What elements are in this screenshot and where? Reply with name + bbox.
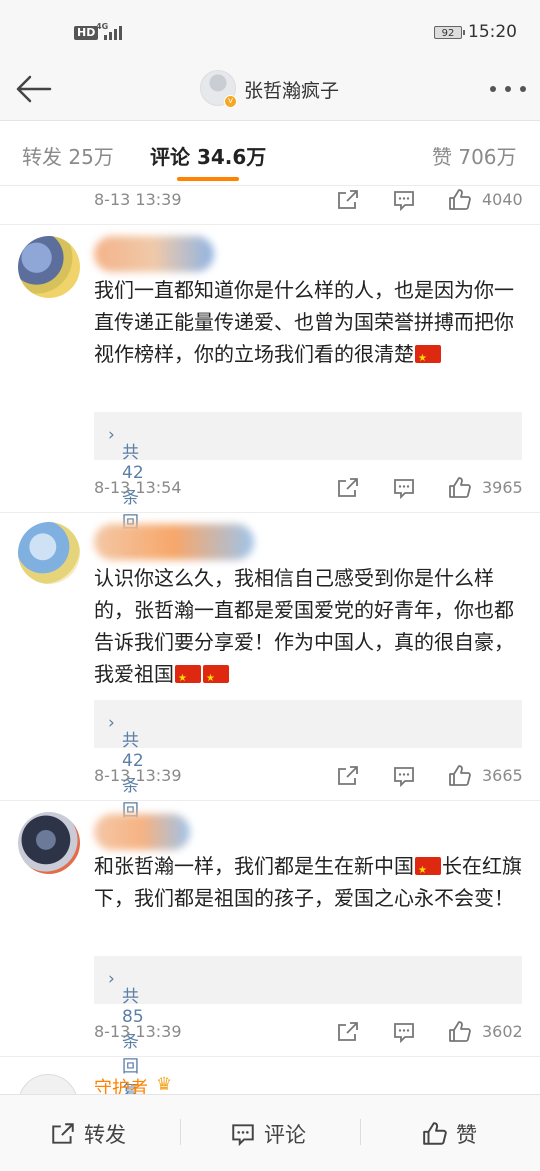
thumbs-up-icon[interactable]: [448, 476, 472, 500]
avatar[interactable]: [18, 236, 80, 298]
replies-link[interactable]: 共42条回复 ›: [94, 412, 522, 558]
share-icon[interactable]: [336, 476, 360, 500]
arrow-left-icon[interactable]: [14, 74, 54, 104]
divider: [0, 224, 540, 225]
verified-badge-icon: V: [224, 95, 237, 108]
reply-count-label: 共42条回复 ›: [108, 425, 144, 558]
comment-icon[interactable]: [392, 764, 416, 788]
replies-link[interactable]: 共85条回复 ›: [94, 956, 522, 1102]
like-count: 4040: [482, 190, 523, 209]
comment-time: 8-13 13:39: [94, 190, 182, 209]
comment-body: 认识你这么久，我相信自己感受到你是什么样的，张哲瀚一直都是爱国爱党的好青年，你也…: [94, 566, 514, 686]
username-obscured[interactable]: [94, 814, 190, 850]
more-dots-icon[interactable]: [488, 84, 528, 94]
comment-body: 我们一直都知道你是什么样的人，也是因为你一直传递正能量传递爱、也曾为国荣誉拼搏而…: [94, 278, 514, 366]
comment-icon[interactable]: [392, 188, 416, 212]
like-count: 3965: [482, 478, 523, 497]
comment-meta: 8-13 13:54 3965: [0, 474, 540, 502]
comment-icon: [232, 1124, 254, 1147]
avatar[interactable]: [18, 522, 80, 584]
divider: [180, 1119, 181, 1145]
comment-text: 和张哲瀚一样，我们都是生在新中国长在红旗下，我们都是祖国的孩子，爱国之心永不会变…: [94, 850, 530, 914]
crown-badge-icon: ♛: [156, 1074, 173, 1095]
active-tab-indicator: [177, 177, 239, 181]
china-flag-icon: [203, 663, 229, 695]
nav-bar: V 张哲瀚疯子: [0, 62, 540, 121]
china-flag-icon: [415, 855, 441, 887]
like-count: 3665: [482, 766, 523, 785]
tab-likes[interactable]: 赞 706万: [432, 141, 517, 170]
thumbs-up-icon[interactable]: [448, 764, 472, 788]
comment-meta: 8-13 13:39 4040: [0, 186, 540, 214]
thumbs-up-icon: [423, 1122, 447, 1145]
comment-time: 8-13 13:39: [94, 1022, 182, 1041]
comment-label: 评论: [264, 1123, 306, 1147]
comment-time: 8-13 13:54: [94, 478, 182, 497]
divider: [0, 800, 540, 801]
share-icon[interactable]: [336, 764, 360, 788]
comment-time: 8-13 13:39: [94, 766, 182, 785]
status-bar: HD 4G 92 15:20: [0, 0, 540, 62]
divider: [0, 512, 540, 513]
share-icon: [52, 1123, 74, 1144]
hd-indicator: HD: [74, 26, 99, 40]
bottom-action-bar: 转发 评论 赞: [0, 1094, 540, 1171]
china-flag-icon: [415, 343, 441, 375]
signal-icon: [104, 26, 124, 40]
comment-meta: 8-13 13:39 3602: [0, 1018, 540, 1046]
thumbs-up-icon[interactable]: [448, 1020, 472, 1044]
comment-meta: 8-13 13:39 3665: [0, 762, 540, 790]
share-icon[interactable]: [336, 1020, 360, 1044]
page-title[interactable]: 张哲瀚疯子: [244, 76, 339, 103]
divider: [0, 1056, 540, 1057]
tab-reposts[interactable]: 转发 25万: [22, 141, 114, 170]
comment-text: 我们一直都知道你是什么样的人，也是因为你一直传递正能量传递爱、也曾为国荣誉拼搏而…: [94, 274, 530, 375]
avatar[interactable]: [18, 812, 80, 874]
divider: [360, 1119, 361, 1145]
comment-body: 和张哲瀚一样，我们都是生在新中国: [94, 854, 414, 878]
reply-count-label: 共85条回复 ›: [108, 969, 144, 1102]
comment-icon[interactable]: [392, 1020, 416, 1044]
repost-label: 转发: [84, 1123, 126, 1147]
tab-comments[interactable]: 评论 34.6万: [150, 141, 266, 170]
like-label: 赞: [456, 1123, 477, 1147]
china-flag-icon: [175, 663, 201, 695]
thumbs-up-icon[interactable]: [448, 188, 472, 212]
username-obscured[interactable]: [94, 236, 214, 272]
status-time: 15:20: [468, 22, 517, 42]
reply-count-label: 共42条回复 ›: [108, 713, 144, 846]
share-icon[interactable]: [336, 188, 360, 212]
comment-icon[interactable]: [392, 476, 416, 500]
like-count: 3602: [482, 1022, 523, 1041]
comment-text: 认识你这么久，我相信自己感受到你是什么样的，张哲瀚一直都是爱国爱党的好青年，你也…: [94, 562, 530, 695]
tab-bar: 转发 25万 评论 34.6万 赞 706万: [0, 121, 540, 186]
replies-link[interactable]: 共42条回复 ›: [94, 700, 522, 846]
battery-icon: 92: [434, 26, 465, 39]
username-obscured[interactable]: [94, 524, 254, 560]
